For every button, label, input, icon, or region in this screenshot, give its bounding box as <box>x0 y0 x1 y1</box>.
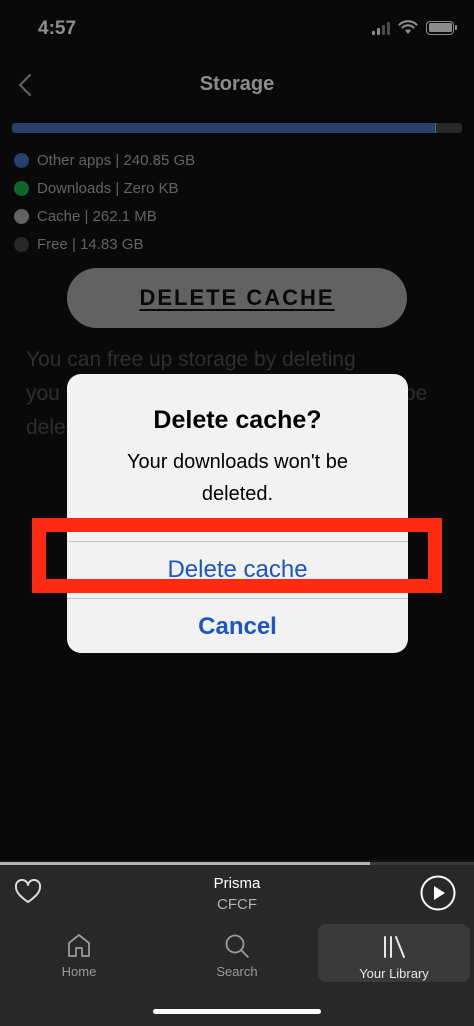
play-icon[interactable] <box>420 875 456 911</box>
home-indicator <box>153 1009 321 1014</box>
highlight-annotation <box>32 518 442 593</box>
screen: 4:57 Storage Other apps | 240.85 GB Down… <box>0 0 474 1026</box>
home-icon <box>68 934 90 957</box>
now-playing-artist: CFCF <box>217 896 257 913</box>
tab-home[interactable]: Home <box>0 922 158 980</box>
tab-label: Search <box>216 964 258 979</box>
now-playing-title: Prisma <box>213 875 261 892</box>
alert-title: Delete cache? <box>153 406 322 434</box>
alert-message: Your downloads won't be deleted. <box>126 451 348 505</box>
tab-your-library[interactable]: Your Library <box>318 924 470 982</box>
library-icon <box>384 936 405 958</box>
tab-label: Your Library <box>359 966 429 981</box>
tab-search[interactable]: Search <box>158 922 316 980</box>
search-icon <box>225 934 249 958</box>
tab-label: Home <box>61 964 97 979</box>
cancel-button[interactable]: Cancel <box>67 599 408 653</box>
now-playing-bar[interactable]: Prisma CFCF <box>0 865 474 922</box>
delete-cache-alert: Delete cache? Your downloads won't be de… <box>67 374 408 653</box>
